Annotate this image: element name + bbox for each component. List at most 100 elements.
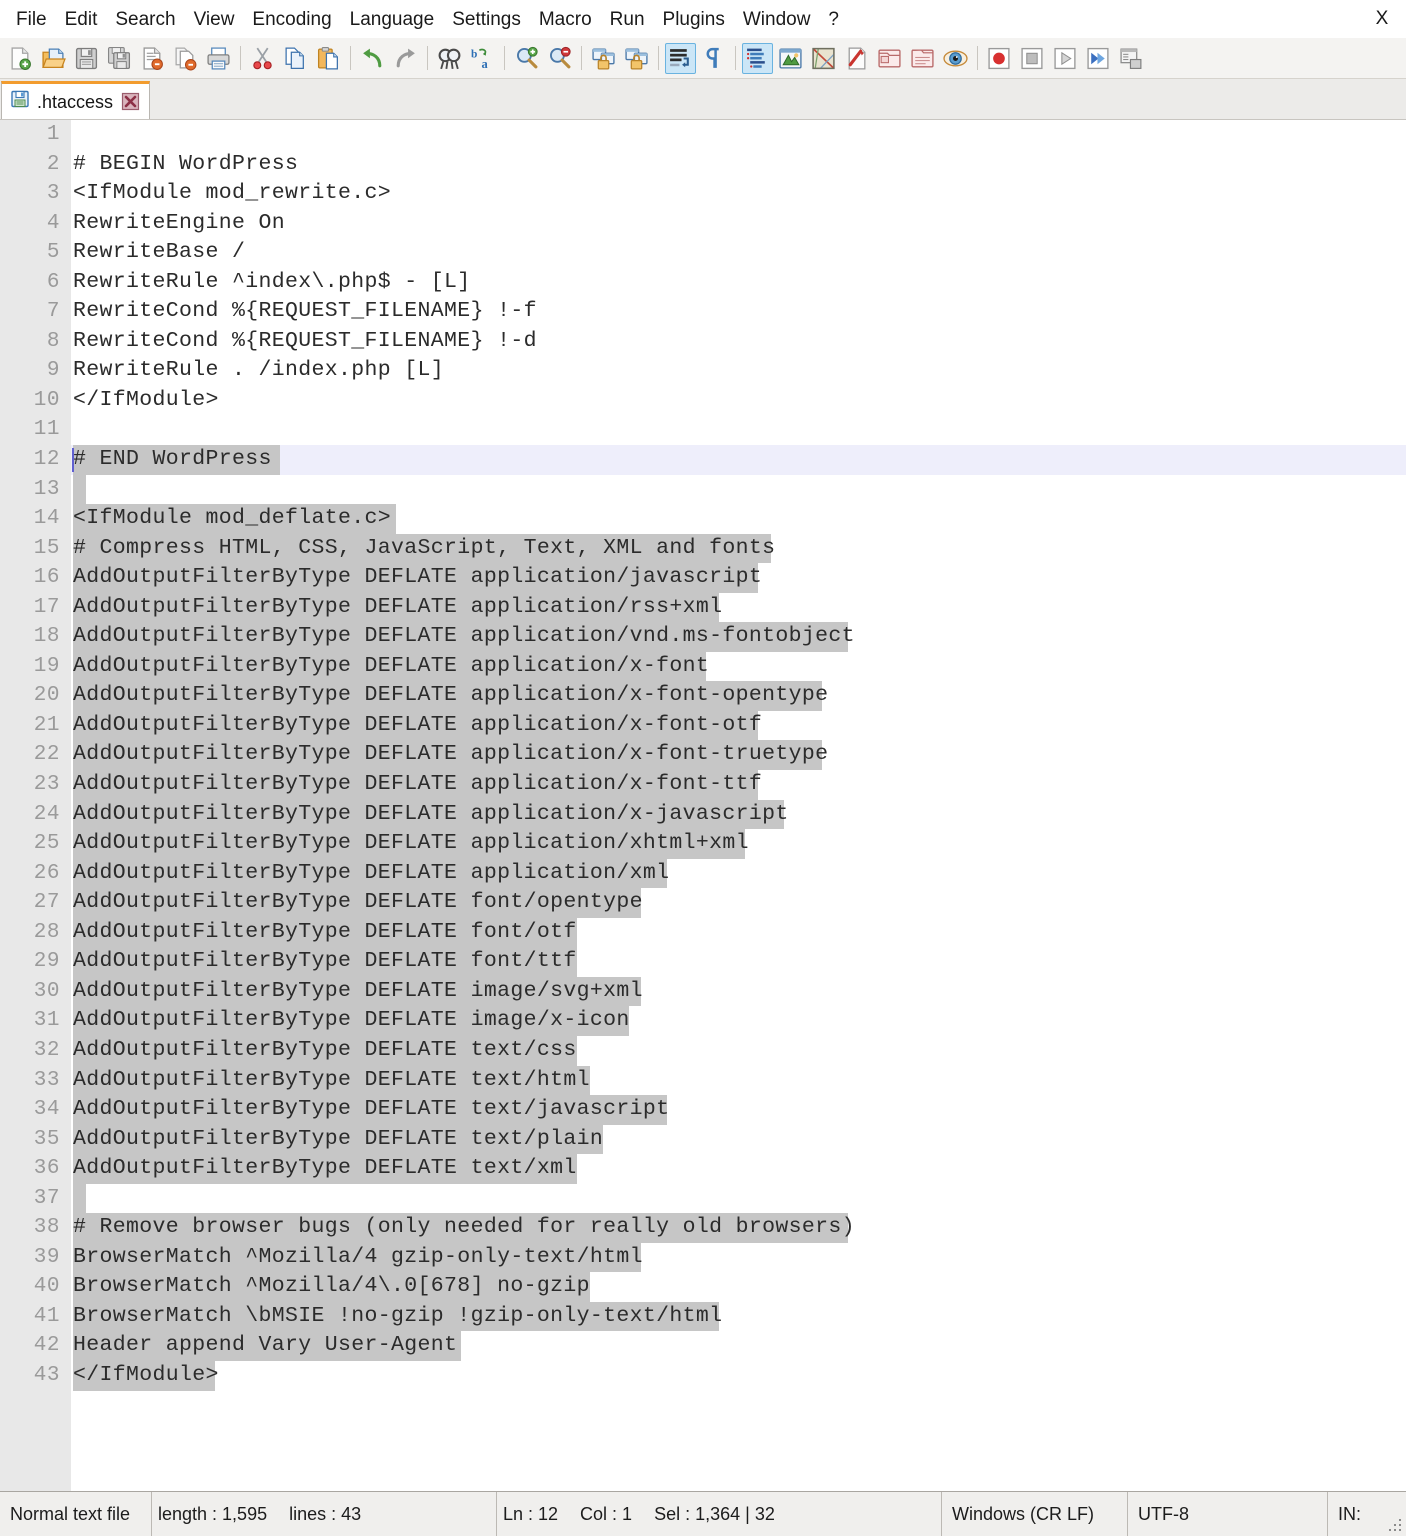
toolbar-close-file-button[interactable] xyxy=(137,43,168,74)
code-line[interactable]: AddOutputFilterByType DEFLATE font/opent… xyxy=(71,888,1406,918)
code-line[interactable]: RewriteCond %{REQUEST_FILENAME} !-d xyxy=(71,327,1406,357)
tab-htaccess[interactable]: .htaccess xyxy=(1,81,150,119)
code-line-text: BrowserMatch ^Mozilla/4\.0[678] no-gzip xyxy=(73,1274,590,1298)
toolbar-indent-guideline-button[interactable] xyxy=(742,43,773,74)
code-line[interactable] xyxy=(71,1184,1406,1214)
code-line[interactable]: BrowserMatch \bMSIE !no-gzip !gzip-only-… xyxy=(71,1302,1406,1332)
toolbar-replace-button[interactable]: ba xyxy=(467,43,498,74)
toolbar-macro-stop-button[interactable] xyxy=(1017,43,1048,74)
code-line[interactable]: AddOutputFilterByType DEFLATE applicatio… xyxy=(71,829,1406,859)
toolbar-separator xyxy=(240,46,241,70)
code-line[interactable]: BrowserMatch ^Mozilla/4\.0[678] no-gzip xyxy=(71,1272,1406,1302)
code-line[interactable]: AddOutputFilterByType DEFLATE image/svg+… xyxy=(71,977,1406,1007)
toolbar-close-all-files-button[interactable] xyxy=(170,43,201,74)
code-line[interactable]: RewriteBase / xyxy=(71,238,1406,268)
menu-item-edit[interactable]: Edit xyxy=(57,8,106,31)
code-line[interactable]: AddOutputFilterByType DEFLATE applicatio… xyxy=(71,622,1406,652)
code-line[interactable]: AddOutputFilterByType DEFLATE applicatio… xyxy=(71,563,1406,593)
code-line[interactable] xyxy=(71,475,1406,505)
toolbar-save-button[interactable] xyxy=(71,43,102,74)
code-line[interactable]: </IfModule> xyxy=(71,386,1406,416)
code-line[interactable]: AddOutputFilterByType DEFLATE applicatio… xyxy=(71,800,1406,830)
code-line[interactable]: RewriteCond %{REQUEST_FILENAME} !-f xyxy=(71,297,1406,327)
code-line[interactable]: AddOutputFilterByType DEFLATE applicatio… xyxy=(71,652,1406,682)
toolbar-paste-button[interactable] xyxy=(313,43,344,74)
toolbar-copy-button[interactable] xyxy=(280,43,311,74)
toolbar-cut-button[interactable] xyxy=(247,43,278,74)
code-line[interactable]: RewriteRule . /index.php [L] xyxy=(71,356,1406,386)
code-line[interactable]: # Remove browser bugs (only needed for r… xyxy=(71,1213,1406,1243)
toolbar-macro-play-button[interactable] xyxy=(1050,43,1081,74)
close-tab-icon[interactable] xyxy=(120,92,140,112)
code-line[interactable]: AddOutputFilterByType DEFLATE text/css xyxy=(71,1036,1406,1066)
toolbar-new-file-button[interactable] xyxy=(5,43,36,74)
toolbar-zoom-out-button[interactable] xyxy=(544,43,575,74)
toolbar-find-button[interactable] xyxy=(434,43,465,74)
code-line[interactable]: </IfModule> xyxy=(71,1361,1406,1391)
code-line[interactable]: AddOutputFilterByType DEFLATE applicatio… xyxy=(71,859,1406,889)
code-line[interactable]: AddOutputFilterByType DEFLATE font/ttf xyxy=(71,947,1406,977)
toolbar-macro-save-button[interactable] xyxy=(1116,43,1147,74)
toolbar-document-list-button[interactable] xyxy=(907,43,938,74)
toolbar-word-wrap-button[interactable] xyxy=(665,43,696,74)
menu-item-window[interactable]: Window xyxy=(735,8,819,31)
toolbar-sync-horizontal-scroll-button[interactable] xyxy=(621,43,652,74)
menu-item-macro[interactable]: Macro xyxy=(531,8,600,31)
code-line[interactable]: # BEGIN WordPress xyxy=(71,150,1406,180)
code-line[interactable]: Header append Vary User-Agent xyxy=(71,1331,1406,1361)
toolbar-open-file-button[interactable] xyxy=(38,43,69,74)
code-line[interactable]: # END WordPress xyxy=(71,445,1406,475)
code-line[interactable]: AddOutputFilterByType DEFLATE applicatio… xyxy=(71,740,1406,770)
window-close-button[interactable]: X xyxy=(1368,8,1396,30)
menu-item-view[interactable]: View xyxy=(186,8,243,31)
code-line[interactable]: # Compress HTML, CSS, JavaScript, Text, … xyxy=(71,534,1406,564)
toolbar-folder-as-workspace-button[interactable] xyxy=(874,43,905,74)
toolbar-document-map-button[interactable] xyxy=(808,43,839,74)
toolbar-redo-button[interactable] xyxy=(390,43,421,74)
toolbar-function-list-button[interactable] xyxy=(841,43,872,74)
code-line[interactable]: AddOutputFilterByType DEFLATE image/x-ic… xyxy=(71,1006,1406,1036)
menu-item-run[interactable]: Run xyxy=(602,8,653,31)
code-line[interactable]: <IfModule mod_deflate.c> xyxy=(71,504,1406,534)
toolbar-macro-record-button[interactable] xyxy=(984,43,1015,74)
code-line[interactable]: <IfModule mod_rewrite.c> xyxy=(71,179,1406,209)
toolbar-undo-button[interactable] xyxy=(357,43,388,74)
toolbar-sync-vertical-scroll-button[interactable] xyxy=(588,43,619,74)
toolbar-show-all-characters-button[interactable] xyxy=(698,43,729,74)
toolbar-print-button[interactable] xyxy=(203,43,234,74)
code-line[interactable]: AddOutputFilterByType DEFLATE applicatio… xyxy=(71,593,1406,623)
code-line[interactable]: RewriteEngine On xyxy=(71,209,1406,239)
code-line[interactable]: AddOutputFilterByType DEFLATE applicatio… xyxy=(71,681,1406,711)
toolbar-macro-run-multiple-button[interactable] xyxy=(1083,43,1114,74)
line-number: 22 xyxy=(0,740,71,770)
line-number: 24 xyxy=(0,800,71,830)
menu-item-search[interactable]: Search xyxy=(107,8,183,31)
code-line[interactable]: AddOutputFilterByType DEFLATE font/otf xyxy=(71,918,1406,948)
menu-item-language[interactable]: Language xyxy=(342,8,443,31)
menu-item-file[interactable]: File xyxy=(8,8,55,31)
menu-item-encoding[interactable]: Encoding xyxy=(244,8,339,31)
code-line[interactable]: AddOutputFilterByType DEFLATE text/html xyxy=(71,1066,1406,1096)
code-line[interactable]: BrowserMatch ^Mozilla/4 gzip-only-text/h… xyxy=(71,1243,1406,1273)
code-line[interactable]: AddOutputFilterByType DEFLATE applicatio… xyxy=(71,711,1406,741)
editor-area[interactable]: 1234567891011121314151617181920212223242… xyxy=(0,120,1406,1491)
code-line[interactable]: AddOutputFilterByType DEFLATE text/plain xyxy=(71,1125,1406,1155)
code-line[interactable]: AddOutputFilterByType DEFLATE text/xml xyxy=(71,1154,1406,1184)
code-line[interactable]: RewriteRule ^index\.php$ - [L] xyxy=(71,268,1406,298)
code-line[interactable]: AddOutputFilterByType DEFLATE text/javas… xyxy=(71,1095,1406,1125)
status-encoding: UTF-8 xyxy=(1128,1492,1328,1536)
code-line[interactable]: AddOutputFilterByType DEFLATE applicatio… xyxy=(71,770,1406,800)
code-line[interactable] xyxy=(71,120,1406,150)
menu-item-[interactable]: ? xyxy=(820,8,847,31)
line-number: 26 xyxy=(0,859,71,889)
toolbar-save-all-button[interactable] xyxy=(104,43,135,74)
toolbar-monitoring-button[interactable] xyxy=(940,43,971,74)
code-line[interactable] xyxy=(71,415,1406,445)
toolbar-zoom-in-button[interactable] xyxy=(511,43,542,74)
line-number: 43 xyxy=(0,1361,71,1391)
window-resize-grip[interactable] xyxy=(1387,1517,1403,1533)
menu-item-settings[interactable]: Settings xyxy=(444,8,529,31)
toolbar-user-defined-language-button[interactable] xyxy=(775,43,806,74)
code-text-area[interactable]: # BEGIN WordPress<IfModule mod_rewrite.c… xyxy=(71,120,1406,1491)
menu-item-plugins[interactable]: Plugins xyxy=(655,8,733,31)
